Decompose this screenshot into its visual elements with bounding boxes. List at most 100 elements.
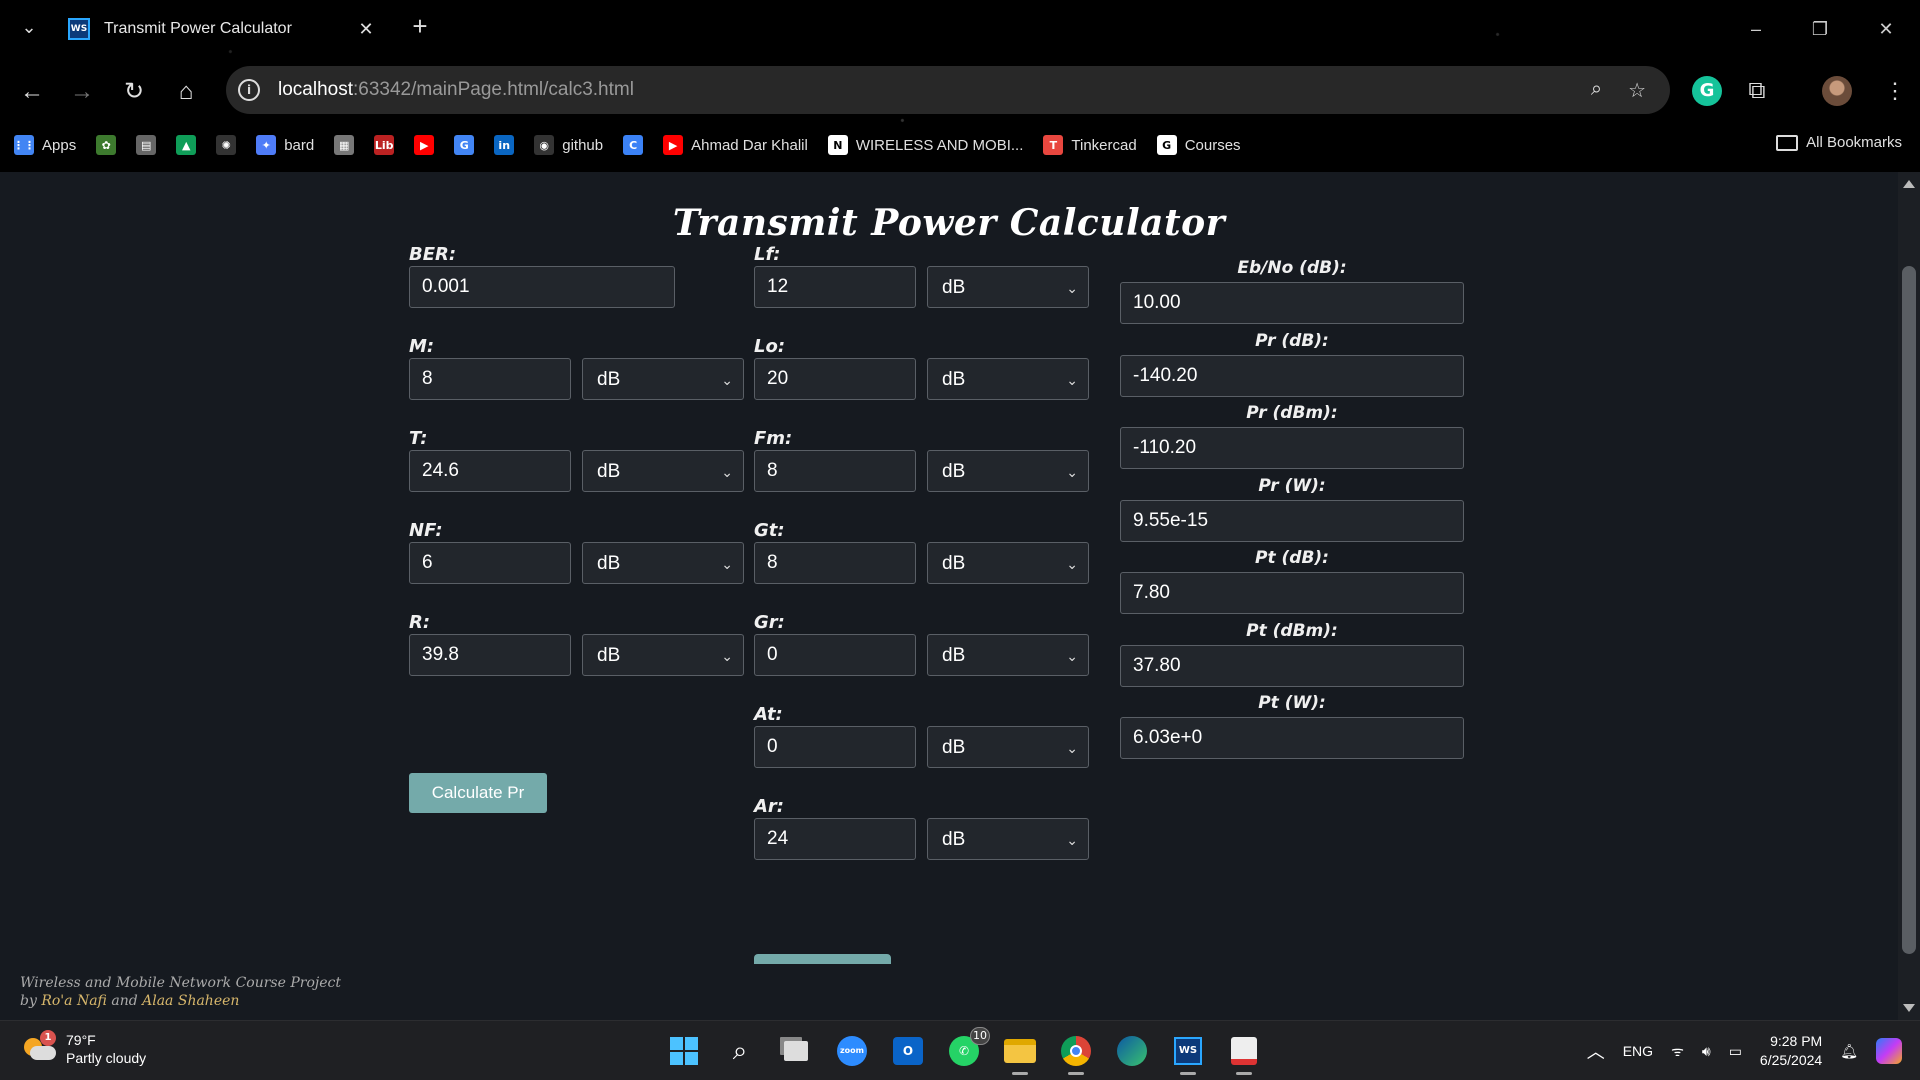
result-output-pr-dbm[interactable]: -110.20 <box>1120 427 1464 469</box>
weather-widget[interactable]: 1 79°F Partly cloudy <box>22 1030 146 1067</box>
bookmark-lib[interactable]: Lib <box>374 135 395 155</box>
bookmark-openai[interactable]: ✺ <box>216 135 237 155</box>
grammarly-extension-icon[interactable]: G <box>1692 76 1722 106</box>
url-text[interactable]: localhost:63342/mainPage.html/calc3.html <box>278 79 634 101</box>
browser-menu-icon[interactable]: ⋮ <box>1880 76 1910 106</box>
scroll-up-icon[interactable] <box>1903 180 1915 188</box>
back-arrow-icon[interactable]: ← <box>14 74 50 110</box>
extensions-puzzle-icon[interactable]: ⧉ <box>1742 76 1772 106</box>
input-ber[interactable]: 0.001 <box>409 266 675 308</box>
chevron-down-icon: ⌄ <box>1066 280 1078 296</box>
reload-icon[interactable]: ↻ <box>116 74 152 110</box>
file-explorer-icon[interactable] <box>1000 1031 1040 1075</box>
chrome-icon[interactable] <box>1056 1031 1096 1075</box>
input-m[interactable]: 8 <box>409 358 571 400</box>
unit-select-gr[interactable]: dB ⌄ <box>927 634 1089 676</box>
home-icon[interactable]: ⌂ <box>168 74 204 110</box>
input-lf[interactable]: 12 <box>754 266 916 308</box>
whatsapp-icon[interactable]: ✆ 10 <box>944 1027 990 1071</box>
unit-select-gt[interactable]: dB ⌄ <box>927 542 1089 584</box>
result-output-pt-w[interactable]: 6.03e+0 <box>1120 717 1464 759</box>
input-r[interactable]: 39.8 <box>409 634 571 676</box>
minimize-icon[interactable]: – <box>1736 12 1776 46</box>
tab-search-chevron-icon[interactable]: ⌄ <box>16 14 42 40</box>
bookmark-leaf[interactable]: ✿ <box>96 135 117 155</box>
input-fm[interactable]: 8 <box>754 450 916 492</box>
forward-arrow-icon[interactable]: → <box>64 74 100 110</box>
bookmark-apps[interactable]: ⋮⋮ Apps <box>13 135 76 155</box>
bookmark-bard[interactable]: ✦ bard <box>256 135 314 155</box>
bookmark-qr[interactable]: ▦ <box>334 135 355 155</box>
input-gr[interactable]: 0 <box>754 634 916 676</box>
webstorm-icon[interactable]: WS <box>1168 1031 1208 1075</box>
wifi-icon[interactable]: ᯤ <box>1671 1042 1684 1061</box>
result-output-eb-no-db[interactable]: 10.00 <box>1120 282 1464 324</box>
copilot-icon[interactable] <box>1876 1038 1902 1064</box>
input-ar[interactable]: 24 <box>754 818 916 860</box>
page-scrollbar[interactable] <box>1898 172 1920 1020</box>
result-output-pt-db[interactable]: 7.80 <box>1120 572 1464 614</box>
unit-select-nf[interactable]: dB ⌄ <box>582 542 744 584</box>
close-window-icon[interactable]: ✕ <box>1866 12 1906 46</box>
bookmark-courses[interactable]: G Courses <box>1156 135 1241 155</box>
zoom-magnifier-icon[interactable]: ⌕ <box>1591 78 1602 103</box>
volume-icon[interactable]: 🔊︎ <box>1702 1043 1711 1060</box>
result-output-pr-w[interactable]: 9.55e-15 <box>1120 499 1464 542</box>
zoom-icon[interactable]: zoom <box>832 1031 872 1071</box>
scrollbar-thumb[interactable] <box>1902 266 1916 954</box>
unit-select-r[interactable]: dB ⌄ <box>582 634 744 676</box>
task-view-icon[interactable] <box>776 1031 816 1071</box>
clock[interactable]: 9:28 PM 6/25/2024 <box>1760 1032 1822 1070</box>
tray-overflow-chevron-icon[interactable]: ︿ <box>1587 1038 1605 1064</box>
start-windows-icon[interactable] <box>664 1031 704 1071</box>
close-tab-icon[interactable]: ✕ <box>354 19 378 40</box>
unit-select-value: dB <box>942 829 966 850</box>
result-output-pt-dbm[interactable]: 37.80 <box>1120 644 1464 687</box>
tinkercad-icon: T <box>1043 135 1064 155</box>
notifications-bell-icon[interactable]: 🔔︎ <box>1840 1043 1858 1060</box>
profile-avatar[interactable] <box>1822 76 1852 106</box>
unit-select-t[interactable]: dB ⌄ <box>582 450 744 492</box>
result-output-pr-db[interactable]: -140.20 <box>1120 354 1464 397</box>
input-gt[interactable]: 8 <box>754 542 916 584</box>
unit-select-lo[interactable]: dB ⌄ <box>927 358 1089 400</box>
battery-icon[interactable]: ▭ <box>1729 1043 1742 1060</box>
bookmark-youtube-ahmad[interactable]: ▶ Ahmad Dar Khalil <box>663 135 808 155</box>
input-t[interactable]: 24.6 <box>409 450 571 492</box>
bookmark-doc[interactable]: ▤ <box>136 135 157 155</box>
language-indicator[interactable]: ENG <box>1623 1043 1653 1059</box>
input-nf[interactable]: 6 <box>409 542 571 584</box>
chevron-down-icon: ⌄ <box>1066 372 1078 388</box>
calculate-pt-button-partial[interactable] <box>754 954 891 964</box>
bookmark-github[interactable]: ◉ github <box>534 135 603 155</box>
snipping-tool-icon[interactable] <box>1224 1031 1264 1075</box>
bookmark-linkedin[interactable]: in <box>494 135 515 155</box>
unit-select-fm[interactable]: dB ⌄ <box>927 450 1089 492</box>
input-at[interactable]: 0 <box>754 726 916 768</box>
all-bookmarks-button[interactable]: All Bookmarks <box>1776 134 1902 151</box>
new-tab-plus-icon[interactable]: + <box>406 12 434 40</box>
calculate-pr-button[interactable]: Calculate Pr <box>409 773 547 813</box>
outlook-icon[interactable]: O <box>888 1031 928 1071</box>
bookmark-drive[interactable]: ▲ <box>176 135 197 155</box>
site-info-icon[interactable]: i <box>238 79 260 101</box>
address-bar[interactable]: i localhost:63342/mainPage.html/calc3.ht… <box>226 66 1670 114</box>
bookmark-tinkercad[interactable]: T Tinkercad <box>1043 135 1137 155</box>
unit-select-at[interactable]: dB ⌄ <box>927 726 1089 768</box>
active-tab[interactable]: WS Transmit Power Calculator ✕ <box>58 8 388 50</box>
scroll-down-icon[interactable] <box>1903 1004 1915 1012</box>
bookmark-star-icon[interactable]: ☆ <box>1628 78 1646 103</box>
unit-select-ar[interactable]: dB ⌄ <box>927 818 1089 860</box>
restore-icon[interactable]: ❐ <box>1800 12 1840 46</box>
input-lo[interactable]: 20 <box>754 358 916 400</box>
bookmark-youtube[interactable]: ▶ <box>414 135 435 155</box>
bookmark-c-app[interactable]: C <box>623 135 644 155</box>
unit-select-lf[interactable]: dB ⌄ <box>927 266 1089 308</box>
bookmark-translate[interactable]: G <box>454 135 475 155</box>
unit-select-m[interactable]: dB ⌄ <box>582 358 744 400</box>
chevron-down-icon: ⌄ <box>721 556 733 572</box>
bookmark-notion[interactable]: N WIRELESS AND MOBI... <box>827 135 1023 155</box>
search-icon[interactable]: ⌕ <box>720 1031 760 1071</box>
edge-icon[interactable] <box>1112 1031 1152 1071</box>
footer-project-line: Wireless and Mobile Network Course Proje… <box>20 975 341 991</box>
